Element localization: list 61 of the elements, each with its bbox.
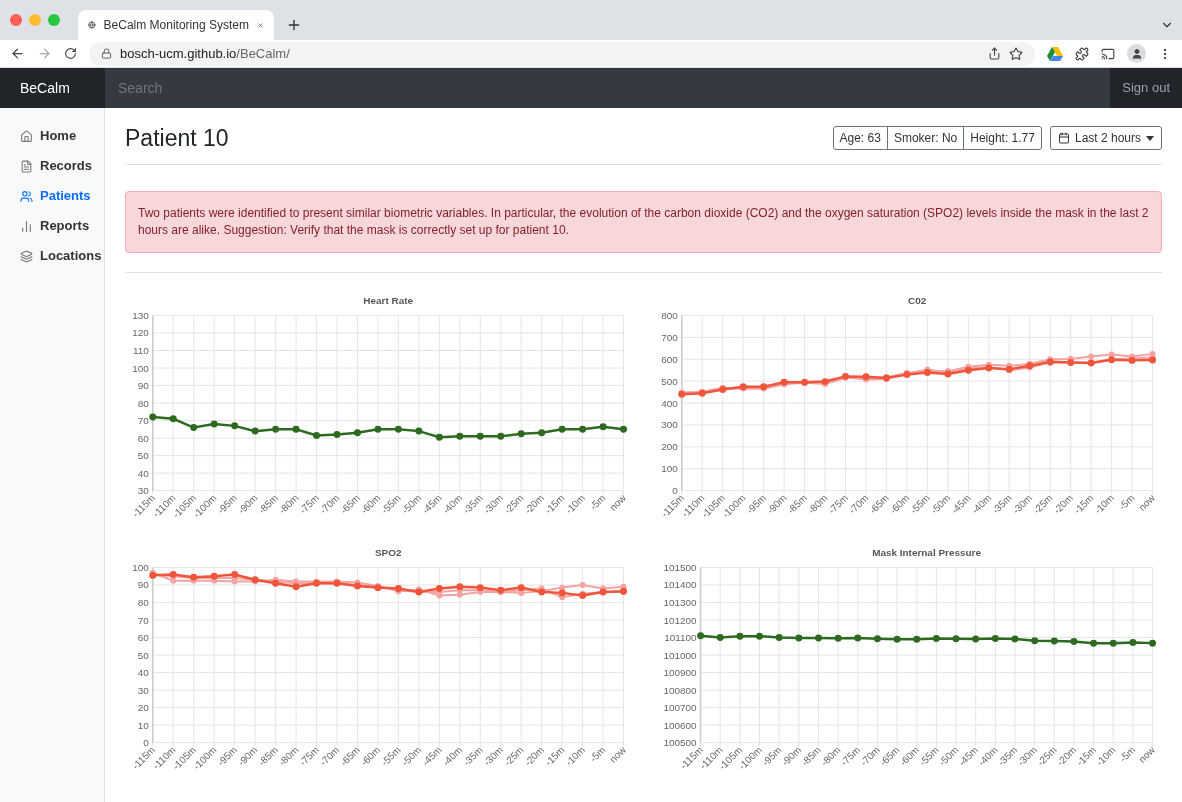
axis-label: 300 [660,419,678,431]
axis-label: 500 [660,375,678,387]
chart-title: C02 [907,294,926,306]
axis-label: 90 [137,380,149,392]
axis-label: 101000 [662,649,697,661]
url-text: bosch-ucm.github.io/BeCalm/ [120,44,291,63]
tab-title: BeCalm Monitoring System [103,17,249,34]
axis-label: 50 [137,649,149,661]
chart-title: Heart Rate [363,294,413,306]
axis-label: -5m [1116,744,1137,765]
info-tag: Age: 63 [832,126,888,150]
axis-label: 200 [660,441,678,453]
axis-label: 60 [137,632,149,644]
axis-label: 20 [137,702,149,714]
axis-label: now [607,492,628,513]
axis-label: 80 [137,597,149,608]
axis-label: 60 [137,432,149,444]
axis-label: -5m [1116,492,1136,513]
axis-label: 90 [137,579,149,591]
axis-label: 100900 [662,667,697,679]
axis-label: -5m [587,744,608,765]
axis-label: now [607,744,628,765]
alert-message: Two patients were identified to present similar biometric variables. In particular, the evolution of the carbon dioxide (CO2) and the oxygen saturation (SPO2) levels inside the mask in the last 2 hours are alike. Suggestion: Verify that the mask is correctly set up for patient 10. [125,191,1162,253]
axis-label: 70 [137,415,149,427]
axis-label: 40 [137,667,149,679]
info-tag: Height: 1.77 [963,126,1042,150]
axis-label: 80 [137,397,149,409]
axis-label: 100600 [662,719,697,731]
axis-label: 100700 [662,702,697,714]
axis-label: 0 [671,485,678,497]
info-tag: Smoker: No [886,126,965,150]
axis-label: 101300 [662,597,697,608]
axis-label: 40 [137,467,149,479]
page-title: Patient 10 [125,124,229,153]
axis-label: 101200 [662,614,697,626]
axis-label: 110 [132,345,149,356]
axis-label: 101400 [662,579,697,591]
axis-label: 400 [660,397,678,409]
axis-label: 101100 [663,632,697,644]
axis-label: 10 [137,719,149,731]
axis-label: 101500 [662,562,697,573]
axis-label: now [1135,492,1157,513]
chart-title: SPO2 [374,546,402,558]
axis-label: now [1135,744,1157,765]
axis-label: 30 [137,485,149,497]
axis-label: 50 [137,450,149,462]
axis-label: 30 [137,684,149,696]
axis-label: 100500 [662,737,697,749]
axis-label: 100800 [662,684,697,696]
axis-label: 600 [660,353,678,365]
axis-label: 100 [132,562,149,573]
axis-label: 70 [137,614,149,626]
axis-label: 800 [660,310,678,321]
axis-label: 700 [660,331,678,343]
axis-label: -5m [587,492,608,513]
chart-title: Mask Internal Pressure [871,546,981,558]
axis-label: 100 [660,463,678,475]
axis-label: 0 [143,737,149,749]
axis-label: 120 [132,327,149,339]
axis-label: 100 [132,362,149,374]
axis-label: 130 [132,310,149,321]
